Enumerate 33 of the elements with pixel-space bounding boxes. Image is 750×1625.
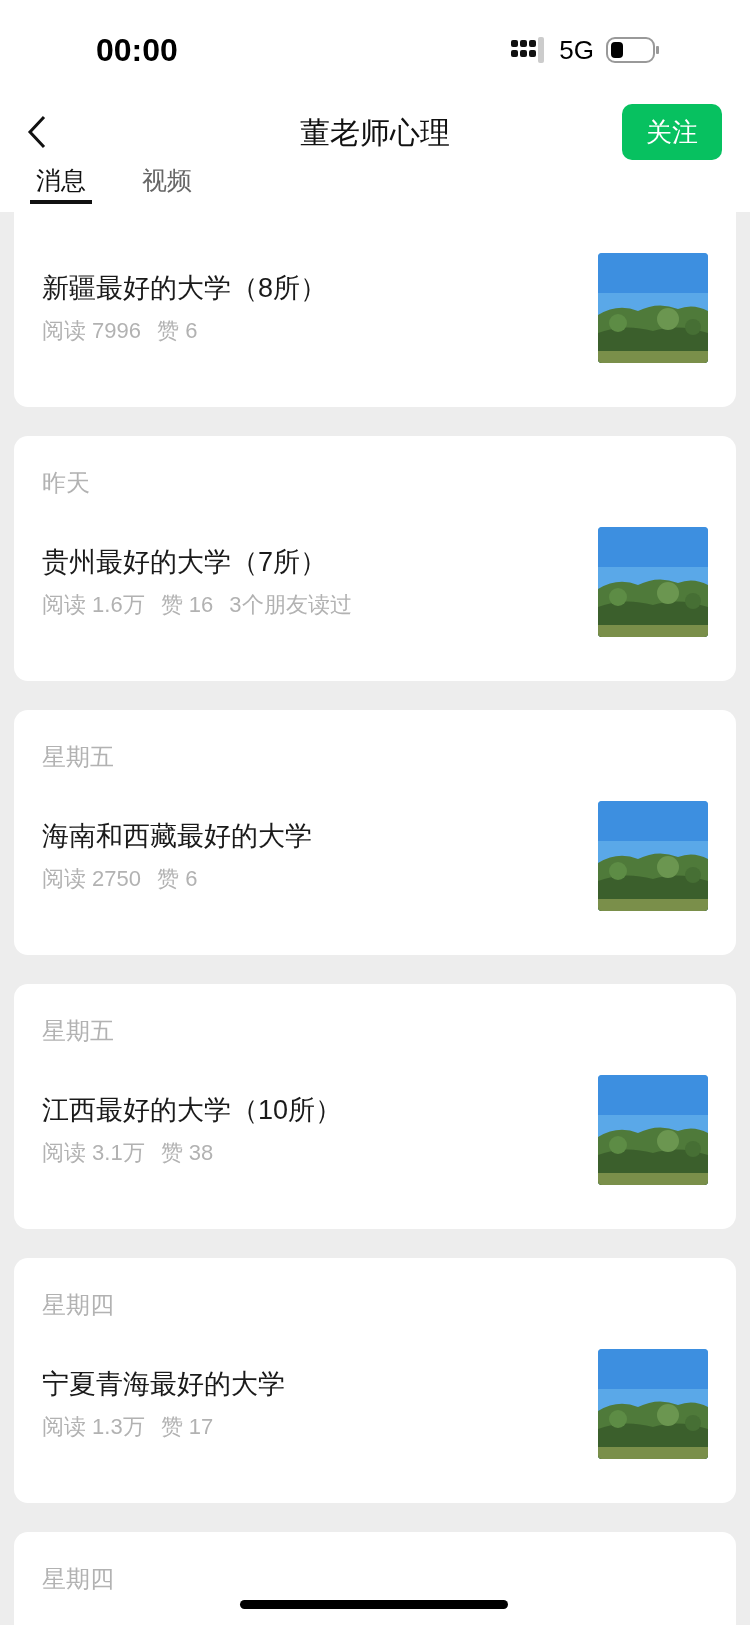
message-date: 星期四 [42, 1290, 114, 1320]
message-card[interactable]: 星期四 宁夏青海最好的大学 阅读 1.3万 赞 17 [14, 1258, 736, 1503]
back-icon[interactable] [26, 115, 48, 149]
message-card[interactable]: 昨天 贵州最好的大学（7所） 阅读 1.6万 赞 16 3个朋友读过 [14, 436, 736, 681]
article-stat: 赞 6 [157, 317, 198, 345]
article-stat: 阅读 7996 [42, 317, 142, 345]
article-stat: 阅读 3.1万 [42, 1139, 145, 1167]
message-date: 星期四 [42, 1564, 114, 1594]
network-type: 5G [559, 33, 594, 67]
message-card[interactable]: 星期五 江西最好的大学（10所） 阅读 3.1万 赞 38 [14, 984, 736, 1229]
message-date: 星期五 [42, 1016, 114, 1046]
message-date: 昨天 [42, 468, 90, 498]
article-stat: 赞 38 [160, 1139, 214, 1167]
account-title: 董老师心理 [300, 114, 450, 151]
message-date: 星期五 [42, 742, 114, 772]
article-title: 宁夏青海最好的大学 [42, 1368, 285, 1401]
article-title: 海南和西藏最好的大学 [42, 820, 312, 853]
tab[interactable]: 消息 [30, 164, 92, 204]
article-stat: 3个朋友读过 [229, 591, 352, 619]
tab[interactable]: 视频 [136, 164, 198, 204]
article-stat: 阅读 1.3万 [42, 1413, 145, 1441]
article-title: 江西最好的大学（10所） [42, 1094, 343, 1127]
article-stat: 赞 17 [160, 1413, 214, 1441]
message-card[interactable]: 星期五 海南和西藏最好的大学 阅读 2750 赞 6 [14, 710, 736, 955]
article-stat: 阅读 1.6万 [42, 591, 145, 619]
article-stat: 赞 6 [157, 865, 198, 893]
article-title: 贵州最好的大学（7所） [42, 546, 329, 579]
article-title: 新疆最好的大学（8所） [42, 272, 328, 305]
article-stat: 赞 16 [160, 591, 214, 619]
article-stat: 阅读 2750 [42, 865, 142, 893]
status-time: 00:00 [96, 31, 178, 70]
battery-icon [606, 37, 660, 63]
message-card[interactable]: 新疆最好的大学（8所） 阅读 7996 赞 6 [14, 212, 736, 407]
